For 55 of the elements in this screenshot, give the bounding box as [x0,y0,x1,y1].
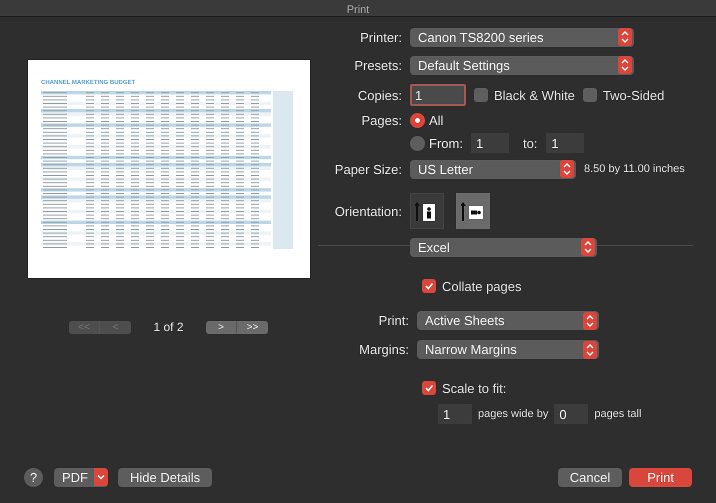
pdf-menu-button[interactable]: PDF [54,468,108,486]
field-label: Orientation: [334,204,402,218]
popup-menu[interactable]: US Letter [410,160,576,178]
window-title: Print [346,4,370,16]
popup-menu[interactable]: Active Sheets [417,311,599,330]
page-nav-button[interactable]: > [206,320,237,334]
stepper-icon [560,160,574,178]
checkmark-icon [424,383,434,393]
checkmark-icon [424,281,434,291]
page-to-field[interactable]: 1 [546,133,584,153]
stepper-icon [583,340,597,358]
checkbox-label: Black & White [494,88,575,102]
chevron-down-icon [94,468,108,486]
field-label: pages tall [594,408,642,420]
field-label: Copies: [358,88,402,102]
radio-button[interactable] [410,112,425,128]
paper-dimensions: 8.50 by 11.00 inches [584,163,685,175]
page-indicator: 1 of 2 [152,320,185,334]
field-label: to: [522,136,538,150]
checkbox-label: Scale to fit: [442,380,506,396]
pages-wide-field[interactable]: 1 [438,404,472,424]
field-label: Margins: [359,342,409,357]
popup-menu[interactable]: Narrow Margins [417,340,599,359]
pages-tall-field[interactable]: 0 [554,404,588,424]
hide-details-button[interactable]: Hide Details [118,468,212,486]
copies-field[interactable]: 1 [410,84,466,106]
stepper-icon [583,312,597,330]
field-label: Printer: [360,30,402,44]
radio-label: All [429,112,444,128]
radio-button[interactable] [410,136,425,150]
checkbox[interactable] [422,279,436,293]
cancel-button[interactable]: Cancel [558,468,622,486]
field-label: Paper Size: [334,162,402,176]
page-nav-button[interactable]: >> [237,320,268,334]
checkbox[interactable] [422,381,436,395]
orientation-button[interactable] [456,193,490,229]
field-label: Presets: [354,58,402,72]
stepper-icon [618,28,632,46]
orientation-button[interactable] [410,193,444,229]
stepper-icon [618,56,632,74]
popup-menu[interactable]: Excel [410,238,597,256]
field-label: pages wide by [478,408,548,420]
field-label: Pages: [362,112,402,128]
checkbox[interactable] [582,88,597,102]
print-button[interactable]: Print [629,468,692,486]
checkbox[interactable] [474,88,488,102]
help-button[interactable]: ? [24,468,43,486]
field-label: Print: [378,313,409,328]
checkbox-label: Collate pages [442,278,522,294]
popup-menu[interactable]: Canon TS8200 series [410,28,634,46]
stepper-icon [581,238,595,256]
radio-label: From: [429,136,463,150]
checkbox-label: Two-Sided [602,88,664,102]
popup-menu[interactable]: Default Settings [410,56,634,74]
page-from-field[interactable]: 1 [470,133,509,153]
